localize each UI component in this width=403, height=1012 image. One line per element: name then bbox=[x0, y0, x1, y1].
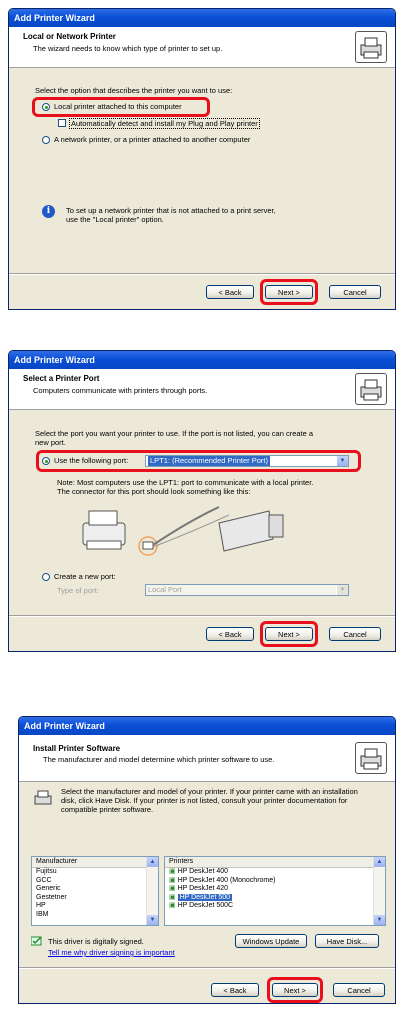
header-subtitle: The wizard needs to know which type of p… bbox=[33, 44, 223, 53]
printers-scrollbar[interactable]: ▲ ▼ bbox=[373, 857, 385, 925]
list-item[interactable]: HP bbox=[32, 902, 158, 911]
cancel-button[interactable]: Cancel bbox=[329, 285, 381, 299]
dialog-select-printer-port: Add Printer Wizard Select a Printer Port… bbox=[8, 350, 396, 652]
footer-separator bbox=[9, 273, 395, 275]
cancel-button[interactable]: Cancel bbox=[329, 627, 381, 641]
list-item[interactable]: IBM bbox=[32, 911, 158, 920]
highlight-next-button bbox=[260, 279, 318, 305]
back-button[interactable]: < Back bbox=[206, 285, 254, 299]
info-line-2: use the "Local printer" option. bbox=[66, 215, 164, 224]
header-title: Select a Printer Port bbox=[23, 374, 100, 383]
info-icon: i bbox=[42, 205, 55, 218]
printer-icon bbox=[33, 789, 53, 807]
manufacturer-scrollbar[interactable]: ▲ ▼ bbox=[146, 857, 158, 925]
title-bar: Add Printer Wizard bbox=[9, 351, 395, 369]
cancel-button[interactable]: Cancel bbox=[333, 983, 385, 997]
printers-header: Printers bbox=[165, 857, 385, 868]
title-bar: Add Printer Wizard bbox=[9, 9, 395, 27]
printer-wizard-icon bbox=[355, 742, 387, 774]
printer-icon: ▣ bbox=[169, 885, 178, 892]
dialog-local-or-network: Add Printer Wizard Local or Network Prin… bbox=[8, 8, 396, 310]
highlight-local-option bbox=[32, 97, 210, 117]
type-of-port-select[interactable]: Local Port ▼ bbox=[145, 584, 349, 596]
header-title: Install Printer Software bbox=[33, 744, 121, 753]
manufacturer-header: Manufacturer bbox=[32, 857, 158, 868]
create-port-radio[interactable] bbox=[42, 573, 50, 581]
back-button[interactable]: < Back bbox=[211, 983, 259, 997]
note-line-1: Note: Most computers use the LPT1: port … bbox=[57, 478, 314, 487]
header-subtitle: Computers communicate with printers thro… bbox=[33, 386, 208, 395]
type-of-port-value: Local Port bbox=[148, 585, 182, 594]
printer-icon: ▣ bbox=[169, 868, 178, 875]
chevron-down-icon[interactable]: ▼ bbox=[147, 915, 158, 925]
windows-update-button[interactable]: Windows Update bbox=[235, 934, 307, 948]
desc-line-1: Select the manufacturer and model of you… bbox=[61, 787, 358, 796]
printers-list[interactable]: Printers ▣ HP DeskJet 400 ▣ HP DeskJet 4… bbox=[164, 856, 386, 926]
autodetect-checkbox[interactable] bbox=[58, 119, 66, 127]
highlight-next-button bbox=[260, 621, 318, 647]
chevron-up-icon[interactable]: ▲ bbox=[374, 857, 385, 867]
footer-separator bbox=[19, 967, 395, 969]
port-prompt-line-1: Select the port you want your printer to… bbox=[35, 429, 314, 438]
list-item[interactable]: Fujitsu bbox=[32, 868, 158, 877]
list-item[interactable]: ▣ HP DeskJet 400 bbox=[165, 868, 385, 877]
header-title: Local or Network Printer bbox=[23, 32, 116, 41]
header-subtitle: The manufacturer and model determine whi… bbox=[43, 755, 275, 764]
signed-driver-text: This driver is digitally signed. bbox=[48, 937, 144, 946]
list-item[interactable]: ▣ HP DeskJet 400 (Monochrome) bbox=[165, 877, 385, 886]
list-item[interactable]: ▣ HP DeskJet 500C bbox=[165, 902, 385, 911]
printer-wizard-icon bbox=[355, 31, 387, 63]
network-printer-label[interactable]: A network printer, or a printer attached… bbox=[54, 135, 250, 144]
network-printer-radio[interactable] bbox=[42, 136, 50, 144]
wizard-header: Local or Network Printer The wizard need… bbox=[9, 27, 395, 68]
wizard-header: Select a Printer Port Computers communic… bbox=[9, 369, 395, 410]
dialog-install-printer-software: Add Printer Wizard Install Printer Softw… bbox=[18, 716, 396, 1004]
option-prompt: Select the option that describes the pri… bbox=[35, 86, 233, 95]
manufacturer-list[interactable]: Manufacturer Fujitsu GCC Generic Gestetn… bbox=[31, 856, 159, 926]
list-item[interactable]: ▣ HP DeskJet 420 bbox=[165, 885, 385, 894]
signed-driver-icon bbox=[30, 936, 43, 946]
printer-icon: ▣ bbox=[169, 876, 178, 884]
desc-line-3: compatible printer software. bbox=[61, 805, 154, 814]
title-bar: Add Printer Wizard bbox=[19, 717, 395, 735]
list-item[interactable]: ▣ HP DeskJet 500 bbox=[165, 893, 385, 903]
highlight-port-row bbox=[36, 450, 361, 472]
note-line-2: The connector for this port should look … bbox=[57, 487, 251, 496]
list-item[interactable]: Generic bbox=[32, 885, 158, 894]
list-item[interactable]: GCC bbox=[32, 877, 158, 886]
have-disk-button[interactable]: Have Disk... bbox=[315, 934, 379, 948]
list-item[interactable]: Gestetner bbox=[32, 894, 158, 903]
footer-separator bbox=[9, 615, 395, 617]
back-button[interactable]: < Back bbox=[206, 627, 254, 641]
printer-icon: ▣ bbox=[169, 902, 178, 909]
create-port-label[interactable]: Create a new port: bbox=[54, 572, 116, 581]
wizard-header: Install Printer Software The manufacture… bbox=[19, 735, 395, 782]
port-prompt-line-2: new port. bbox=[35, 438, 66, 447]
chevron-down-icon[interactable]: ▼ bbox=[336, 585, 348, 595]
type-of-port-label: Type of port: bbox=[57, 586, 99, 595]
printer-icon: ▣ bbox=[169, 893, 178, 901]
highlight-next-button bbox=[267, 977, 323, 1003]
selected-printer: HP DeskJet 500 bbox=[177, 893, 233, 901]
driver-signing-link[interactable]: Tell me why driver signing is important bbox=[48, 948, 175, 957]
autodetect-label[interactable]: Automatically detect and install my Plug… bbox=[69, 118, 260, 129]
chevron-up-icon[interactable]: ▲ bbox=[147, 857, 158, 867]
chevron-down-icon[interactable]: ▼ bbox=[374, 915, 385, 925]
lpt-connector-illustration bbox=[69, 501, 299, 563]
info-line-1: To set up a network printer that is not … bbox=[66, 206, 276, 215]
desc-line-2: disk, click Have Disk. If your printer i… bbox=[61, 796, 348, 805]
printer-wizard-icon bbox=[355, 373, 387, 405]
